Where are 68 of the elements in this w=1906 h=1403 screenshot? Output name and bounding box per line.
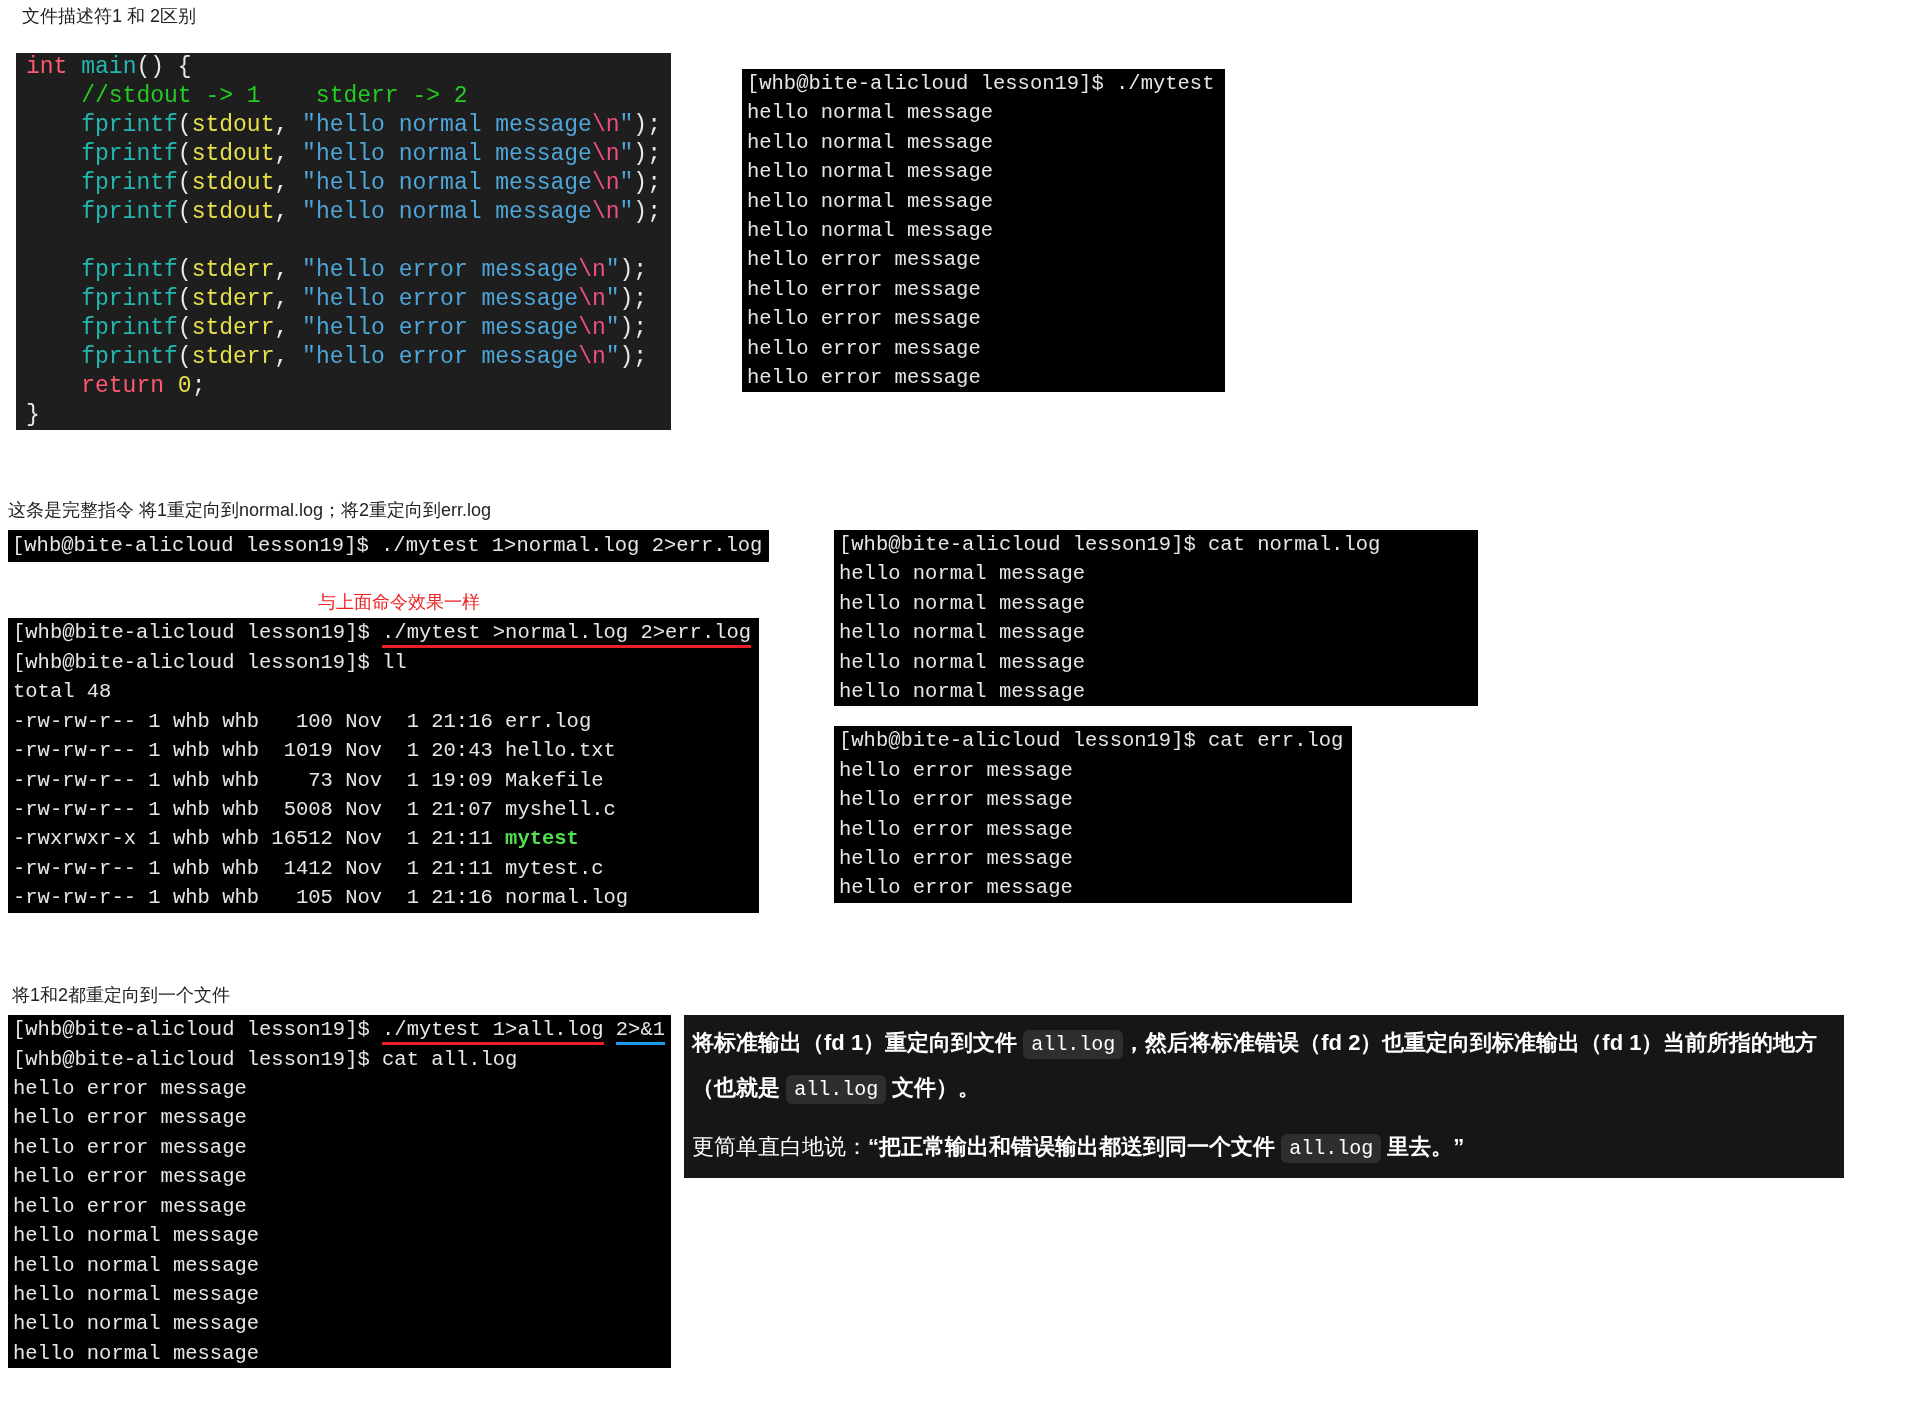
- terminal-line: hello normal message: [746, 218, 993, 245]
- code-line: fprintf(stdout, "hello normal message\n");: [80, 111, 661, 140]
- section-heading: 这条是完整指令 将1重定向到normal.log；将2重定向到err.log: [8, 499, 492, 522]
- terminal-line: hello normal message: [746, 188, 993, 215]
- terminal-line: hello normal message: [839, 590, 1086, 617]
- code-line: fprintf(stderr, "hello error message\n");: [80, 256, 649, 285]
- terminal-line: hello error message: [746, 276, 981, 303]
- terminal-line: -rw-rw-r-- 1 whb whb 5008 Nov 1 21:07 myshell.c: [13, 797, 616, 824]
- terminal-line: hello normal message: [13, 1340, 260, 1367]
- terminal-line: hello normal message: [839, 679, 1086, 706]
- section-heading: 将1和2都重定向到一个文件: [12, 983, 231, 1007]
- terminal-line: hello error message: [13, 1193, 247, 1220]
- terminal-line: -rw-rw-r-- 1 whb whb 1019 Nov 1 20:43 hello.txt: [13, 738, 616, 765]
- terminal-line: [whb@bite-alicloud lesson19]$ cat all.log: [13, 1046, 518, 1073]
- terminal-line: hello error message: [839, 816, 1073, 843]
- terminal-line: hello error message: [746, 365, 981, 392]
- executable-name: mytest: [505, 826, 579, 853]
- terminal-line: -rw-rw-r-- 1 whb whb 73 Nov 1 19:09 Makefile: [13, 767, 604, 794]
- terminal-line: hello error message: [839, 846, 1073, 873]
- annotation-text: 与上面命令效果一样: [316, 591, 480, 614]
- terminal-line: hello normal message: [839, 649, 1086, 676]
- terminal-line: [whb@bite-alicloud lesson19]$ ./mytest: [746, 71, 1215, 97]
- code-line: fprintf(stdout, "hello normal message\n");: [80, 169, 661, 198]
- terminal-text: -rwxrwxr-x 1 whb whb 16512 Nov 1 21:11: [13, 826, 494, 853]
- code-line: fprintf(stdout, "hello normal message\n");: [80, 198, 661, 227]
- explanation-paragraph: 更简单直白地说：“把正常输出和错误输出都送到同一个文件 all.log 里去。”: [692, 1124, 1836, 1170]
- terminal-line: [whb@bite-alicloud lesson19]$ cat err.log: [839, 728, 1344, 755]
- code-line: return 0;: [80, 372, 207, 401]
- terminal-line: hello error message: [746, 306, 981, 333]
- underlined-command: ./mytest >normal.log 2>err.log: [382, 620, 752, 648]
- code-line: fprintf(stderr, "hello error message\n");: [80, 314, 649, 343]
- terminal-text: [whb@bite-alicloud lesson19]$: [13, 620, 371, 646]
- code-line: fprintf(stderr, "hello error message\n");: [80, 285, 649, 314]
- terminal-line: [whb@bite-alicloud lesson19]$ cat normal.log: [839, 532, 1381, 558]
- code-line: int main() {: [26, 53, 193, 82]
- terminal-line: hello error message: [746, 335, 981, 362]
- code-line: }: [26, 401, 41, 430]
- code-line: fprintf(stdout, "hello normal message\n");: [80, 140, 661, 169]
- terminal-line: hello error message: [13, 1134, 247, 1161]
- underlined-command: ./mytest 1>all.log: [382, 1016, 604, 1045]
- explanation-paragraph: 将标准输出（fd 1）重定向到文件 all.log ，然后将标准错误（fd 2）也重定向到标准输出（fd 1）当前所指的地方（也就是 all.log 文件）。: [692, 1020, 1836, 1111]
- terminal-line: hello normal message: [13, 1252, 260, 1279]
- terminal-line: hello normal message: [746, 159, 993, 186]
- terminal-line: -rw-rw-r-- 1 whb whb 105 Nov 1 21:16 normal.log: [13, 885, 629, 912]
- terminal-line: hello normal message: [746, 129, 993, 156]
- terminal-line: hello error message: [13, 1076, 247, 1103]
- code-line: fprintf(stderr, "hello error message\n");: [80, 343, 649, 372]
- terminal-text: [whb@bite-alicloud lesson19]$: [13, 1016, 371, 1043]
- terminal-line: hello error message: [839, 757, 1073, 784]
- terminal-line: hello normal message: [13, 1281, 260, 1308]
- terminal-line: hello error message: [746, 247, 981, 274]
- terminal-line: -rw-rw-r-- 1 whb whb 1412 Nov 1 21:11 mytest.c: [13, 855, 604, 882]
- terminal-line: [whb@bite-alicloud lesson19]$ ./mytest 1>normal.log 2>err.log: [12, 533, 763, 559]
- terminal-line: hello error message: [13, 1105, 247, 1132]
- terminal-line: hello error message: [13, 1164, 247, 1191]
- terminal-line: hello error message: [839, 787, 1073, 814]
- terminal-line: total 48: [13, 679, 112, 706]
- terminal-line: hello error message: [839, 875, 1073, 902]
- terminal-line: hello normal message: [13, 1223, 260, 1250]
- underlined-command: 2>&1: [615, 1016, 665, 1045]
- code-line: //stdout -> 1 stderr -> 2: [80, 82, 469, 111]
- terminal-line: [whb@bite-alicloud lesson19]$ ll: [13, 650, 407, 676]
- terminal-line: hello normal message: [13, 1311, 260, 1338]
- section-heading: 文件描述符1 和 2区别: [22, 5, 197, 28]
- terminal-line: hello normal message: [746, 100, 993, 127]
- terminal-line: -rw-rw-r-- 1 whb whb 100 Nov 1 21:16 err.log: [13, 708, 592, 735]
- terminal-line: hello normal message: [839, 561, 1086, 588]
- terminal-line: hello normal message: [839, 620, 1086, 647]
